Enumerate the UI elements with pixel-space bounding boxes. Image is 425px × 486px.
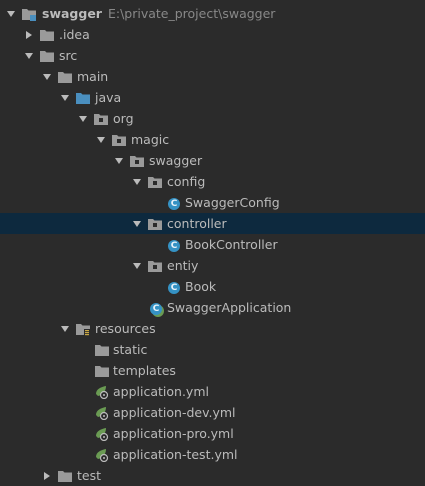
expand-arrow-right-icon[interactable] <box>40 465 54 486</box>
folder-icon <box>39 27 55 42</box>
tree-row-application-pro-yml[interactable]: application-pro.yml <box>0 423 425 444</box>
expand-arrow-right-icon[interactable] <box>22 24 36 45</box>
project-tree: swagger E:\private_project\swagger .idea … <box>0 3 425 486</box>
tree-item-label: resources <box>95 321 156 336</box>
tree-item-label: entiy <box>167 258 199 273</box>
tree-item-label: swagger <box>149 153 203 168</box>
tree-item-label: Book <box>185 279 217 294</box>
package-icon <box>147 216 163 231</box>
package-icon <box>93 111 109 126</box>
package-icon <box>147 174 163 189</box>
expand-arrow-down-icon[interactable] <box>130 171 144 192</box>
expand-arrow-down-icon[interactable] <box>58 318 72 339</box>
tree-row-swagger-application[interactable]: C SwaggerApplication <box>0 297 425 318</box>
tree-item-label: application-test.yml <box>113 447 238 462</box>
package-icon <box>147 258 163 273</box>
tree-item-label: test <box>77 468 102 483</box>
tree-row-swagger-config[interactable]: C SwaggerConfig <box>0 192 425 213</box>
tree-row-resources[interactable]: resources <box>0 318 425 339</box>
tree-row-test[interactable]: test <box>0 465 425 486</box>
expand-arrow-down-icon[interactable] <box>130 213 144 234</box>
tree-row-application-test-yml[interactable]: application-test.yml <box>0 444 425 465</box>
tree-item-label: main <box>77 69 109 84</box>
tree-row-swagger-package[interactable]: swagger <box>0 150 425 171</box>
tree-item-label: SwaggerApplication <box>167 300 292 315</box>
spring-config-file-icon <box>94 384 110 399</box>
tree-row-org[interactable]: org <box>0 108 425 129</box>
folder-icon <box>57 468 73 483</box>
folder-icon <box>57 69 73 84</box>
package-icon <box>129 153 145 168</box>
root-project-path: E:\private_project\swagger <box>107 6 276 21</box>
expand-arrow-down-icon[interactable] <box>94 129 108 150</box>
tree-item-label: .idea <box>59 27 90 42</box>
tree-row-src[interactable]: src <box>0 45 425 66</box>
tree-item-label: SwaggerConfig <box>185 195 280 210</box>
source-folder-icon <box>75 90 91 105</box>
java-class-icon: C <box>166 238 182 253</box>
tree-row-entiy[interactable]: entiy <box>0 255 425 276</box>
tree-item-label: config <box>167 174 206 189</box>
tree-row-main[interactable]: main <box>0 66 425 87</box>
expand-arrow-down-icon[interactable] <box>76 108 90 129</box>
tree-row-config[interactable]: config <box>0 171 425 192</box>
package-icon <box>111 132 127 147</box>
tree-row-idea[interactable]: .idea <box>0 24 425 45</box>
tree-row-root[interactable]: swagger E:\private_project\swagger <box>0 3 425 24</box>
tree-item-label: static <box>113 342 148 357</box>
java-class-icon: C <box>166 196 182 211</box>
expand-arrow-down-icon[interactable] <box>40 66 54 87</box>
tree-row-static[interactable]: static <box>0 339 425 360</box>
expand-arrow-down-icon[interactable] <box>112 150 126 171</box>
spring-boot-class-icon: C <box>148 301 164 316</box>
expand-arrow-down-icon[interactable] <box>58 87 72 108</box>
root-project-name: swagger <box>42 6 102 21</box>
tree-row-application-yml[interactable]: application.yml <box>0 381 425 402</box>
java-class-icon: C <box>166 280 182 295</box>
module-folder-icon <box>21 6 37 21</box>
expand-arrow-down-icon[interactable] <box>4 3 18 24</box>
folder-icon <box>94 363 110 378</box>
tree-row-templates[interactable]: templates <box>0 360 425 381</box>
tree-item-label: application-dev.yml <box>113 405 236 420</box>
tree-item-label: magic <box>131 132 170 147</box>
folder-icon <box>39 48 55 63</box>
tree-item-label: org <box>113 111 134 126</box>
tree-row-controller[interactable]: controller <box>0 213 425 234</box>
tree-row-application-dev-yml[interactable]: application-dev.yml <box>0 402 425 423</box>
tree-row-magic[interactable]: magic <box>0 129 425 150</box>
tree-item-label: java <box>95 90 122 105</box>
expand-arrow-down-icon[interactable] <box>22 45 36 66</box>
tree-item-label: application.yml <box>113 384 209 399</box>
resources-folder-icon <box>75 321 91 336</box>
spring-config-file-icon <box>94 426 110 441</box>
tree-row-book-controller[interactable]: C BookController <box>0 234 425 255</box>
tree-item-label: src <box>59 48 78 63</box>
tree-item-label: templates <box>113 363 176 378</box>
expand-arrow-down-icon[interactable] <box>130 255 144 276</box>
tree-item-label: BookController <box>185 237 278 252</box>
tree-item-label: controller <box>167 216 227 231</box>
tree-item-label: application-pro.yml <box>113 426 234 441</box>
spring-config-file-icon <box>94 405 110 420</box>
tree-row-book[interactable]: C Book <box>0 276 425 297</box>
tree-row-java[interactable]: java <box>0 87 425 108</box>
folder-icon <box>94 342 110 357</box>
spring-config-file-icon <box>94 447 110 462</box>
